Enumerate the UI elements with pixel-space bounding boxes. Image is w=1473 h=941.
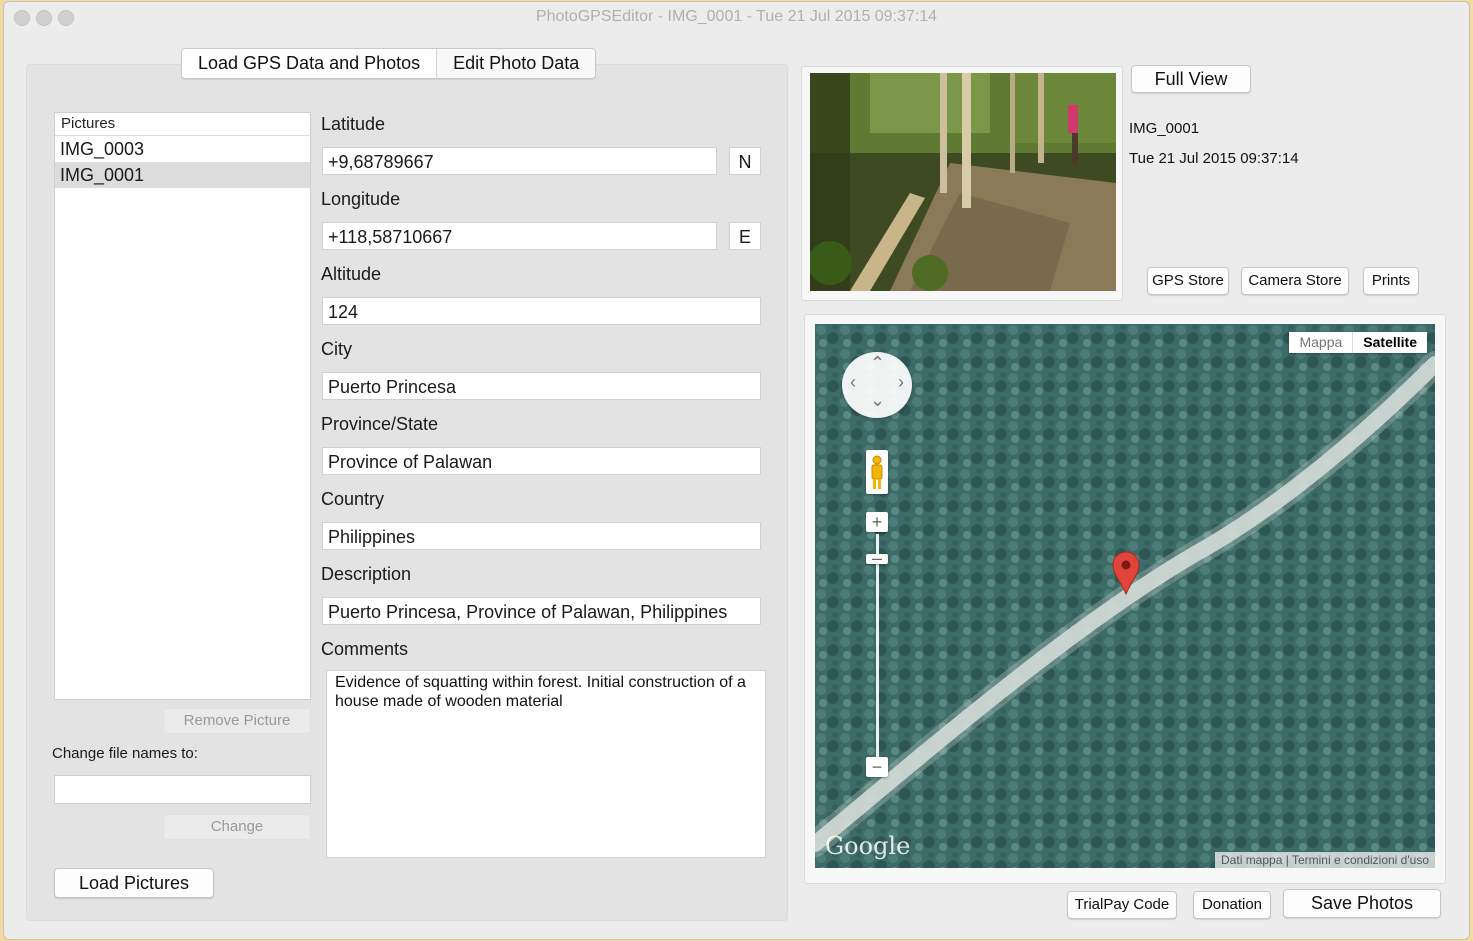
pan-up-icon[interactable]: ⌃ [870, 353, 885, 374]
province-field[interactable]: Province of Palawan [322, 447, 761, 475]
prints-button[interactable]: Prints [1363, 267, 1419, 295]
description-label: Description [321, 564, 412, 584]
longitude-field[interactable]: +118,58710667 [322, 222, 717, 250]
camera-store-button[interactable]: Camera Store [1241, 267, 1349, 295]
altitude-label: Altitude [321, 264, 382, 284]
photo-filename: IMG_0001 [1129, 120, 1200, 137]
province-label: Province/State [321, 414, 439, 434]
pan-down-icon[interactable]: ⌄ [870, 390, 885, 411]
forest-photo-image [810, 73, 1116, 291]
zoom-window-button[interactable] [58, 10, 74, 26]
map-attribution: Dati mappa | Termini e condizioni d'uso [1215, 852, 1435, 868]
map-terms-link[interactable]: Termini e condizioni d'uso [1292, 853, 1429, 867]
pan-right-icon[interactable]: › [898, 372, 904, 393]
change-file-names-input[interactable] [54, 775, 311, 804]
remove-picture-button[interactable]: Remove Picture [163, 708, 311, 734]
latitude-direction-field[interactable]: N [729, 147, 761, 175]
app-window: PhotoGPSEditor - IMG_0001 - Tue 21 Jul 2… [4, 2, 1469, 939]
latitude-field[interactable]: +9,68789667 [322, 147, 717, 175]
latitude-label: Latitude [321, 114, 386, 134]
comments-label: Comments [321, 639, 409, 659]
gps-store-button[interactable]: GPS Store [1147, 267, 1229, 295]
change-button[interactable]: Change [163, 814, 311, 840]
comments-textarea[interactable]: Evidence of squatting within forest. Ini… [326, 670, 766, 858]
load-pictures-button[interactable]: Load Pictures [54, 868, 214, 898]
zoom-out-icon[interactable]: − [866, 757, 888, 777]
pan-control[interactable]: ⌃ ‹ › ⌄ [842, 352, 912, 418]
pictures-list-header: Pictures [55, 113, 310, 136]
map-data-link[interactable]: Dati mappa [1221, 853, 1282, 867]
tab-bar: Load GPS Data and Photos Edit Photo Data [181, 48, 597, 79]
zoom-in-icon[interactable]: + [866, 512, 888, 532]
satellite-imagery [815, 324, 1435, 868]
tab-load-gps-data-and-photos[interactable]: Load GPS Data and Photos [182, 49, 438, 78]
pictures-list[interactable]: Pictures IMG_0003 IMG_0001 [54, 112, 311, 700]
donation-button[interactable]: Donation [1193, 891, 1271, 919]
list-item[interactable]: IMG_0003 [55, 136, 310, 162]
map-type-map-button[interactable]: Mappa [1289, 332, 1354, 353]
zoom-slider-handle[interactable]: – [866, 549, 888, 567]
city-field[interactable]: Puerto Princesa [322, 372, 761, 400]
pan-left-icon[interactable]: ‹ [850, 372, 856, 393]
longitude-direction-field[interactable]: E [729, 222, 761, 250]
city-label: City [321, 339, 352, 359]
altitude-field[interactable]: 124 [322, 297, 761, 325]
tab-edit-photo-data[interactable]: Edit Photo Data [437, 49, 595, 78]
title-bar: PhotoGPSEditor - IMG_0001 - Tue 21 Jul 2… [4, 2, 1469, 32]
map-type-satellite-button[interactable]: Satellite [1353, 332, 1427, 353]
minimize-window-button[interactable] [36, 10, 52, 26]
map-marker-icon[interactable] [1111, 550, 1141, 596]
country-field[interactable]: Philippines [322, 522, 761, 550]
trialpay-code-button[interactable]: TrialPay Code [1067, 891, 1177, 919]
description-field[interactable]: Puerto Princesa, Province of Palawan, Ph… [322, 597, 761, 625]
map-frame: Mappa Satellite ⌃ ‹ › ⌄ + – − Google Dat… [804, 314, 1446, 884]
change-file-names-label: Change file names to: [52, 745, 198, 762]
country-label: Country [321, 489, 385, 509]
satellite-map[interactable]: Mappa Satellite ⌃ ‹ › ⌄ + – − Google Dat… [815, 324, 1435, 868]
map-type-control: Mappa Satellite [1289, 332, 1427, 353]
photo-thumbnail[interactable] [810, 73, 1116, 291]
window-title: PhotoGPSEditor - IMG_0001 - Tue 21 Jul 2… [535, 8, 938, 25]
google-logo: Google [825, 832, 911, 860]
close-window-button[interactable] [14, 10, 30, 26]
photo-preview-frame [801, 66, 1123, 301]
street-view-pegman-icon[interactable] [866, 450, 888, 494]
photo-datetime: Tue 21 Jul 2015 09:37:14 [1129, 150, 1299, 167]
list-item[interactable]: IMG_0001 [55, 162, 310, 188]
full-view-button[interactable]: Full View [1131, 65, 1251, 93]
zoom-slider-track[interactable] [876, 534, 879, 774]
longitude-label: Longitude [321, 189, 401, 209]
save-photos-button[interactable]: Save Photos [1283, 889, 1441, 918]
